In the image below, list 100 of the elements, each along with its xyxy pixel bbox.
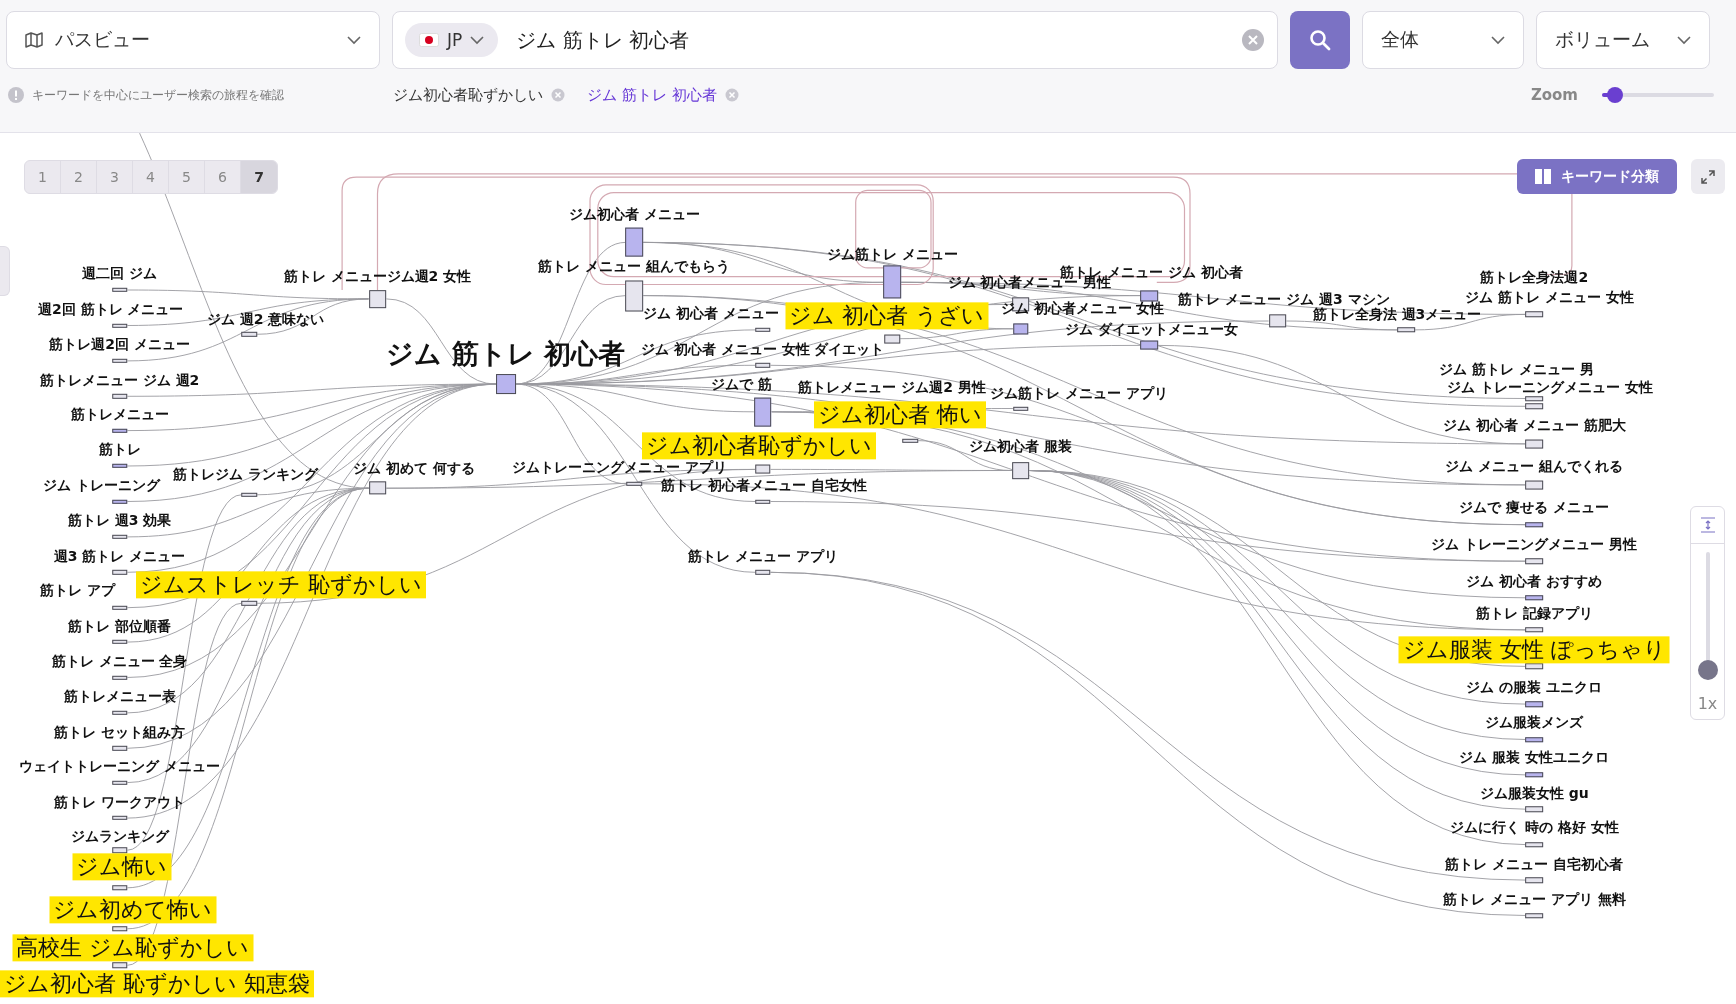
keyword-node[interactable] xyxy=(1525,806,1544,812)
keyword-node[interactable] xyxy=(111,815,128,821)
keyword-node[interactable] xyxy=(1140,340,1158,350)
keyword-node[interactable] xyxy=(111,323,128,328)
keyword-label[interactable]: 筋トレ 部位順番 xyxy=(68,617,172,634)
keyword-node[interactable] xyxy=(1525,841,1544,848)
highlighted-keyword[interactable]: ジムストレッチ 恥ずかしい xyxy=(136,570,427,599)
keyword-node[interactable] xyxy=(1525,627,1544,633)
highlighted-keyword[interactable]: ジム初心者恥ずかしい xyxy=(642,432,877,460)
highlighted-keyword[interactable]: 高校生 ジム恥ずかしい xyxy=(12,933,254,962)
keyword-node[interactable] xyxy=(884,334,900,344)
highlighted-keyword[interactable]: ジム服装 女性 ぽっちゃり xyxy=(1398,636,1670,664)
keyword-label[interactable]: 筋トレ メニュー ジム 週3 マシン xyxy=(1178,290,1390,307)
keyword-node[interactable] xyxy=(1525,558,1544,564)
vertical-zoom-slider[interactable] xyxy=(1697,552,1718,680)
keyword-chip[interactable]: ジム初心者恥ずかしい xyxy=(393,85,565,105)
highlighted-keyword[interactable]: ジム怖い xyxy=(72,853,172,881)
slider-thumb[interactable] xyxy=(1697,660,1718,680)
keyword-node[interactable] xyxy=(1525,403,1544,410)
keyword-node[interactable] xyxy=(1012,323,1029,335)
keyword-node[interactable] xyxy=(241,332,257,337)
keyword-node[interactable] xyxy=(1268,314,1287,328)
keyword-node[interactable] xyxy=(111,287,128,293)
keyword-node[interactable] xyxy=(625,228,644,257)
keyword-node[interactable] xyxy=(1525,877,1544,883)
keyword-label[interactable]: 筋トレ メニュー 自宅初心者 xyxy=(1445,855,1624,872)
keyword-label[interactable]: ジム トレーニングメニュー 女性 xyxy=(1446,379,1653,396)
keyword-label[interactable]: 週3 筋トレ メニュー xyxy=(53,547,186,564)
keyword-node[interactable] xyxy=(111,534,128,540)
keyword-node[interactable] xyxy=(495,374,516,395)
keyword-node[interactable] xyxy=(111,499,128,504)
keyword-node[interactable] xyxy=(1525,736,1544,743)
country-select[interactable]: JP xyxy=(405,23,499,57)
keyword-label[interactable]: ジム 初心者メニュー 女性 xyxy=(1000,299,1165,316)
keyword-label[interactable]: ジム服装女性 gu xyxy=(1479,784,1589,801)
keyword-node[interactable] xyxy=(754,570,771,575)
keyword-node[interactable] xyxy=(1525,701,1544,707)
keyword-classify-button[interactable]: キーワード分類 xyxy=(1517,159,1677,194)
keyword-label[interactable]: ジムで 筋 xyxy=(711,376,773,393)
keyword-label[interactable]: 筋トレ xyxy=(98,441,141,458)
highlighted-keyword[interactable]: ジム初めて怖い xyxy=(49,896,217,924)
keyword-label[interactable]: ジム ダイエットメニュー女 xyxy=(1064,320,1238,337)
keyword-label[interactable]: ジム 初めて 何する xyxy=(353,460,475,477)
keyword-label[interactable]: ジム 初心者 メニュー 女性 ダイエット xyxy=(640,340,885,357)
keyword-label[interactable]: ジム の服装 ユニクロ xyxy=(1466,679,1603,696)
keyword-label[interactable]: ジムで 痩せる メニュー xyxy=(1459,498,1610,516)
keyword-node[interactable] xyxy=(111,394,128,399)
keyword-label[interactable]: ジム トレーニングメニュー 男性 xyxy=(1431,535,1638,552)
keyword-label[interactable]: 筋トレ メニュー アプリ xyxy=(687,547,838,564)
keyword-node[interactable] xyxy=(111,358,128,364)
keyword-label[interactable]: ジム 初心者 メニュー xyxy=(642,305,779,322)
keyword-label[interactable]: 筋トレ全身法週2 xyxy=(1480,268,1589,285)
keyword-node[interactable] xyxy=(241,492,257,497)
step-tab[interactable]: 7 xyxy=(241,161,277,193)
keyword-label[interactable]: 筋トレ メニュージム週2 女性 xyxy=(283,267,472,284)
keyword-node[interactable] xyxy=(111,428,128,433)
highlighted-keyword[interactable]: ジム初心者 怖い xyxy=(814,401,986,429)
keyword-node[interactable] xyxy=(111,675,128,680)
keyword-label[interactable]: 筋トレメニュー表 xyxy=(63,688,176,705)
keyword-node[interactable] xyxy=(111,605,128,610)
keyword-node[interactable] xyxy=(241,601,257,606)
view-select[interactable]: パスビュー xyxy=(6,11,380,69)
keyword-label[interactable]: ジム 初心者 おすすめ xyxy=(1466,573,1603,590)
keyword-label[interactable]: ジム メニュー 組んでくれる xyxy=(1445,457,1624,475)
keyword-label[interactable]: 筋トレ メニュー 全身 xyxy=(51,652,188,669)
keyword-node[interactable] xyxy=(754,363,771,368)
keyword-label[interactable]: ジム トレーニング xyxy=(43,476,161,493)
keyword-node[interactable] xyxy=(111,746,128,751)
keyword-label[interactable]: ジム 服装 女性ユニクロ xyxy=(1459,749,1610,766)
keyword-label[interactable]: ジム 週2 意味ない xyxy=(206,310,325,327)
keyword-label[interactable]: 筋トレ週2回 メニュー xyxy=(49,336,190,353)
keyword-label[interactable]: ジム筋トレ メニュー アプリ xyxy=(990,384,1169,402)
keyword-label[interactable]: 週2回 筋トレ メニュー xyxy=(37,300,184,317)
search-field[interactable]: JP ジム 筋トレ 初心者 xyxy=(392,11,1278,69)
keyword-node[interactable] xyxy=(1525,595,1544,601)
keyword-label[interactable]: 筋トレ 記録アプリ xyxy=(1475,605,1593,622)
zoom-slider[interactable] xyxy=(1602,87,1714,103)
keyword-label[interactable]: 筋トレ全身法 週3メニュー xyxy=(1312,306,1482,323)
keyword-node[interactable] xyxy=(1525,311,1544,318)
keyword-node[interactable] xyxy=(754,464,771,474)
keyword-node[interactable] xyxy=(753,397,772,427)
keyword-label[interactable]: 週二回 ジム xyxy=(82,265,158,282)
keyword-label[interactable]: ジム 初心者 メニュー 筋肥大 xyxy=(1443,417,1626,434)
keyword-node[interactable] xyxy=(368,481,387,495)
keyword-label[interactable]: 筋トレ ワークアウト xyxy=(54,793,186,810)
keyword-node[interactable] xyxy=(625,280,644,312)
highlighted-keyword[interactable]: ジム 初心者 うざい xyxy=(785,301,989,330)
keyword-label[interactable]: ジムランキング xyxy=(70,827,169,844)
keyword-label[interactable]: 筋トレ メニュー 組んでもらう xyxy=(538,257,731,274)
search-button[interactable] xyxy=(1290,11,1350,69)
keyword-node[interactable] xyxy=(626,481,643,486)
keyword-label[interactable]: ジム初心者 服装 xyxy=(969,438,1073,455)
keyword-label[interactable]: 筋トレ 週3 効果 xyxy=(67,512,172,529)
keyword-label[interactable]: ジム初心者 メニュー xyxy=(568,205,700,222)
keyword-node[interactable] xyxy=(1012,406,1029,411)
keyword-node[interactable] xyxy=(1525,439,1544,449)
keyword-label[interactable]: 筋トレメニュー ジム 週2 xyxy=(39,371,200,388)
keyword-node[interactable] xyxy=(1525,480,1544,490)
keyword-node[interactable] xyxy=(754,499,771,504)
keyword-label[interactable]: ウェイトトレーニング メニュー xyxy=(19,757,221,775)
